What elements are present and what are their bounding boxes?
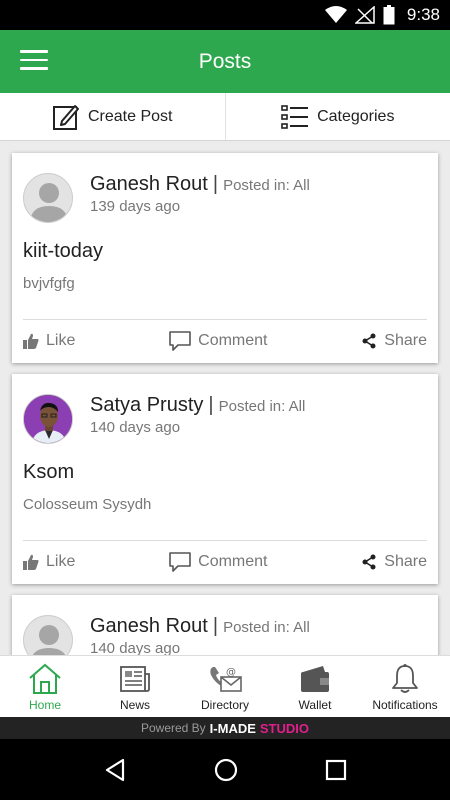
share-label: Share xyxy=(384,553,427,570)
nav-label-news: News xyxy=(119,698,150,712)
directory-icon: @ xyxy=(210,667,242,692)
avatar[interactable] xyxy=(23,173,73,223)
nav-item-wallet[interactable]: Wallet xyxy=(270,656,360,717)
post-actions: Like Comment Share xyxy=(23,550,427,574)
nav-label-notifications: Notifications xyxy=(372,698,438,712)
like-label: Like xyxy=(46,553,76,570)
post-age: 139 days ago xyxy=(90,198,181,215)
bottom-navigation: Home News @ Directory Wallet Notificatio… xyxy=(0,655,450,717)
posted-in: Posted in: All xyxy=(223,619,310,636)
brand-name-primary: I-MADE xyxy=(209,720,256,736)
separator: | xyxy=(208,394,214,416)
list-icon xyxy=(281,104,309,129)
wallet-icon xyxy=(301,666,329,692)
avatar[interactable] xyxy=(23,615,73,655)
nav-item-home[interactable]: Home xyxy=(0,656,90,717)
comment-button[interactable]: Comment xyxy=(169,552,268,572)
app-bar: Posts xyxy=(0,30,450,93)
post-header: Satya Prusty | Posted in: All 140 days a… xyxy=(23,394,305,444)
powered-by-bar: Powered By I-MADE STUDIO xyxy=(0,717,450,739)
share-button[interactable]: Share xyxy=(361,553,427,571)
post-card[interactable]: Ganesh Rout | Posted in: All 140 days ag… xyxy=(12,595,438,655)
author-name[interactable]: Ganesh Rout xyxy=(90,615,208,638)
post-actions: Like Comment Share xyxy=(23,329,427,353)
powered-by-label: Powered By xyxy=(140,721,206,735)
home-button-icon[interactable] xyxy=(214,758,238,782)
thumbs-up-icon xyxy=(23,554,39,570)
comment-button[interactable]: Comment xyxy=(169,331,268,351)
like-button[interactable]: Like xyxy=(23,332,75,350)
posts-feed[interactable]: Ganesh Rout | Posted in: All 139 days ag… xyxy=(0,141,450,655)
avatar[interactable] xyxy=(23,394,73,444)
system-navigation-bar xyxy=(0,739,450,800)
post-header: Ganesh Rout | Posted in: All 140 days ag… xyxy=(23,615,310,655)
nav-label-home: Home xyxy=(28,698,61,712)
brand-name-secondary: STUDIO xyxy=(259,720,310,736)
categories-button[interactable]: Categories xyxy=(224,93,450,140)
recents-icon[interactable] xyxy=(325,759,347,781)
like-label: Like xyxy=(46,332,76,349)
bell-icon xyxy=(392,664,418,693)
categories-label: Categories xyxy=(317,107,395,125)
wifi-icon xyxy=(324,6,347,23)
divider xyxy=(23,319,427,320)
action-bar: Create Post Categories xyxy=(0,93,450,141)
nav-label-wallet: Wallet xyxy=(298,698,332,712)
post-title[interactable]: Ksom xyxy=(23,461,74,484)
share-button[interactable]: Share xyxy=(361,332,427,350)
like-button[interactable]: Like xyxy=(23,553,75,571)
home-icon xyxy=(29,663,61,694)
nav-item-directory[interactable]: @ Directory xyxy=(180,656,270,717)
nav-item-notifications[interactable]: Notifications xyxy=(360,656,450,717)
comment-label: Comment xyxy=(198,553,268,570)
post-card[interactable]: Satya Prusty | Posted in: All 140 days a… xyxy=(12,374,438,584)
create-post-button[interactable]: Create Post xyxy=(0,93,225,140)
hamburger-menu-icon[interactable] xyxy=(20,50,48,72)
post-age: 140 days ago xyxy=(90,640,181,655)
post-title[interactable]: kiit-today xyxy=(23,240,103,263)
comment-icon xyxy=(169,552,191,572)
post-body: bvjvfgfg xyxy=(23,275,75,292)
comment-label: Comment xyxy=(198,332,268,349)
posted-in: Posted in: All xyxy=(218,398,306,415)
edit-icon xyxy=(53,104,79,130)
battery-icon xyxy=(383,5,395,25)
post-header: Ganesh Rout | Posted in: All 139 days ag… xyxy=(23,173,310,223)
nav-label-directory: Directory xyxy=(200,698,249,712)
back-icon[interactable] xyxy=(103,758,127,782)
user-photo-icon xyxy=(24,395,72,443)
divider xyxy=(23,540,427,541)
post-body: Colosseum Sysydh xyxy=(23,496,152,513)
clock: 9:38 xyxy=(406,5,440,24)
create-post-label: Create Post xyxy=(88,107,173,125)
thumbs-up-icon xyxy=(23,333,39,349)
comment-icon xyxy=(169,331,191,351)
post-age: 140 days ago xyxy=(90,419,181,436)
status-bar: 9:38 xyxy=(0,0,450,30)
user-silhouette-icon xyxy=(30,183,68,222)
posted-in: Posted in: All xyxy=(223,177,310,194)
signal-icon xyxy=(354,6,375,24)
nav-item-news[interactable]: News xyxy=(90,656,180,717)
svg-text:@: @ xyxy=(226,667,236,678)
share-icon xyxy=(362,333,376,349)
author-name[interactable]: Satya Prusty xyxy=(90,394,203,417)
news-icon xyxy=(120,666,150,692)
share-icon xyxy=(362,554,376,570)
share-label: Share xyxy=(384,332,427,349)
separator: | xyxy=(212,615,219,637)
user-silhouette-icon xyxy=(32,625,66,655)
post-card[interactable]: Ganesh Rout | Posted in: All 139 days ag… xyxy=(12,153,438,363)
page-title: Posts xyxy=(198,49,252,73)
author-name[interactable]: Ganesh Rout xyxy=(90,173,208,196)
separator: | xyxy=(212,173,219,195)
